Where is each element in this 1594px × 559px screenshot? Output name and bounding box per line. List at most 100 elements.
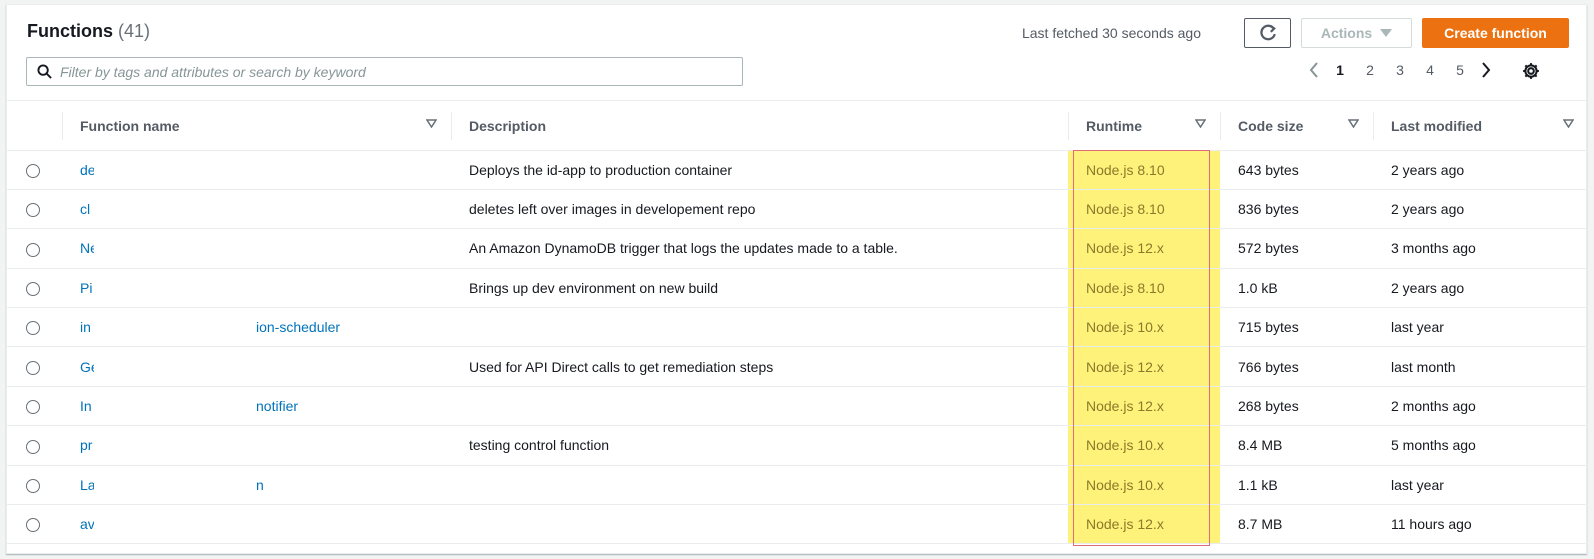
page-4-link[interactable]: 4 xyxy=(1415,62,1445,78)
runtime-cell: Node.js 12.x xyxy=(1068,228,1220,269)
table-row[interactable]: de Deploys the id-app to production conta… xyxy=(7,150,1588,190)
row-radio-button[interactable] xyxy=(26,360,40,375)
table-row[interactable]: av Node.js 12.x 8.7 MB 11 hours ago xyxy=(7,504,1588,545)
function-name-link[interactable]: pr xyxy=(80,429,451,465)
redacted-area xyxy=(94,508,256,543)
description-cell: Deploys the id-app to production contain… xyxy=(451,150,1068,190)
function-name-link[interactable]: La n xyxy=(80,468,451,504)
code-size-cell: 766 bytes xyxy=(1220,346,1373,387)
runtime-cell: Node.js 12.x xyxy=(1068,504,1220,545)
code-size-cell: 8.7 MB xyxy=(1220,504,1373,545)
row-select-cell xyxy=(7,465,62,506)
code-size-cell: 1.1 kB xyxy=(1220,465,1373,506)
sort-icon[interactable] xyxy=(1563,119,1574,128)
table-row[interactable]: Ne An Amazon DynamoDB trigger that logs t… xyxy=(7,228,1588,269)
next-page-button[interactable] xyxy=(1475,62,1497,78)
refresh-button[interactable] xyxy=(1244,18,1291,48)
previous-page-button[interactable] xyxy=(1303,62,1325,78)
description-cell: testing control function xyxy=(451,425,1068,466)
functions-panel: Functions (41) Last fetched 30 seconds a… xyxy=(6,4,1588,554)
row-radio-button[interactable] xyxy=(26,163,40,178)
chevron-left-icon xyxy=(1309,62,1318,78)
runtime-cell: Node.js 10.x xyxy=(1068,425,1220,466)
function-name-link[interactable]: de xyxy=(80,153,451,189)
last-modified-cell: last year xyxy=(1373,307,1588,348)
select-column-header xyxy=(7,102,62,151)
row-radio-button[interactable] xyxy=(26,478,40,493)
function-name-link[interactable]: In notifier xyxy=(80,390,451,425)
row-radio-button[interactable] xyxy=(26,203,40,218)
description-cell xyxy=(451,465,1068,506)
row-select-cell xyxy=(7,189,62,230)
panel-header: Functions (41) Last fetched 30 seconds a… xyxy=(7,5,1586,101)
row-radio-button[interactable] xyxy=(26,518,40,533)
function-name-cell: pr xyxy=(62,425,451,466)
column-header-runtime[interactable]: Runtime xyxy=(1068,102,1220,151)
column-header-description[interactable]: Description xyxy=(451,102,1068,151)
page-title: Functions (41) xyxy=(27,21,150,42)
table-row[interactable]: La n Node.js 10.x 1.1 kB last year xyxy=(7,465,1588,506)
actions-dropdown[interactable]: Actions xyxy=(1301,18,1412,48)
function-name-cell: Ne xyxy=(62,228,451,269)
function-name-cell: in ion-scheduler xyxy=(62,307,451,348)
row-radio-button[interactable] xyxy=(26,400,40,415)
page-1-link[interactable]: 1 xyxy=(1325,62,1355,78)
row-radio-button[interactable] xyxy=(26,282,40,297)
description-cell: An Amazon DynamoDB trigger that logs the… xyxy=(451,228,1068,269)
row-radio-button[interactable] xyxy=(26,321,40,336)
function-name-link[interactable]: Ne xyxy=(80,232,451,268)
table-row[interactable]: In notifier Node.js 12.x 268 bytes 2 months … xyxy=(7,386,1588,427)
code-size-cell: 643 bytes xyxy=(1220,150,1373,190)
column-header-function-name[interactable]: Function name xyxy=(62,102,451,151)
runtime-cell: Node.js 8.10 xyxy=(1068,268,1220,309)
description-cell: deletes left over images in developement… xyxy=(451,189,1068,230)
functions-table: Function name Description Runtime Code s… xyxy=(7,102,1588,545)
sort-icon[interactable] xyxy=(426,119,437,128)
table-row[interactable]: Pi Brings up dev environment on new build… xyxy=(7,268,1588,309)
preferences-button[interactable] xyxy=(1522,62,1540,85)
description-cell: Used for API Direct calls to get remedia… xyxy=(451,346,1068,387)
function-count: (41) xyxy=(118,21,151,41)
page-5-link[interactable]: 5 xyxy=(1445,62,1475,78)
function-name-link[interactable]: Pi xyxy=(80,271,451,307)
row-select-cell xyxy=(7,504,62,545)
chevron-right-icon xyxy=(1482,62,1491,78)
last-modified-cell: 5 months ago xyxy=(1373,425,1588,466)
sort-icon[interactable] xyxy=(1195,119,1206,128)
last-modified-cell: 3 months ago xyxy=(1373,228,1588,269)
function-name-link[interactable]: Ge xyxy=(80,350,451,386)
function-name-cell: Ge xyxy=(62,346,451,387)
table-row[interactable]: in ion-scheduler Node.js 10.x 715 bytes last… xyxy=(7,307,1588,348)
code-size-cell: 8.4 MB xyxy=(1220,425,1373,466)
description-cell xyxy=(451,307,1068,348)
row-radio-button[interactable] xyxy=(26,242,40,257)
runtime-cell: Node.js 8.10 xyxy=(1068,150,1220,190)
code-size-cell: 268 bytes xyxy=(1220,386,1373,427)
table-row[interactable]: Ge Used for API Direct calls to get remed… xyxy=(7,346,1588,387)
row-select-cell xyxy=(7,425,62,466)
row-select-cell xyxy=(7,386,62,427)
sort-icon[interactable] xyxy=(1348,119,1359,128)
create-function-button[interactable]: Create function xyxy=(1422,18,1569,48)
redacted-area xyxy=(94,153,256,189)
last-modified-cell: 2 years ago xyxy=(1373,150,1588,190)
search-input[interactable] xyxy=(60,63,720,80)
function-name-link[interactable]: in ion-scheduler xyxy=(80,311,451,346)
last-modified-cell: 2 months ago xyxy=(1373,386,1588,427)
description-cell: Brings up dev environment on new build xyxy=(451,268,1068,309)
row-radio-button[interactable] xyxy=(26,439,40,454)
title-text: Functions xyxy=(27,21,113,41)
table-row[interactable]: pr testing control function Node.js 10.x 8.… xyxy=(7,425,1588,466)
page-3-link[interactable]: 3 xyxy=(1385,62,1415,78)
last-modified-cell: 11 hours ago xyxy=(1373,504,1588,545)
function-name-link[interactable]: cl xyxy=(80,193,451,228)
table-row[interactable]: cl deletes left over images in developeme… xyxy=(7,189,1588,230)
row-select-cell xyxy=(7,307,62,348)
page-2-link[interactable]: 2 xyxy=(1355,62,1385,78)
function-name-cell: av xyxy=(62,504,451,545)
column-header-code-size[interactable]: Code size xyxy=(1220,102,1373,151)
function-name-link[interactable]: av xyxy=(80,508,451,543)
column-header-last-modified[interactable]: Last modified xyxy=(1373,102,1588,151)
last-modified-cell: 2 years ago xyxy=(1373,189,1588,230)
runtime-cell: Node.js 8.10 xyxy=(1068,189,1220,230)
